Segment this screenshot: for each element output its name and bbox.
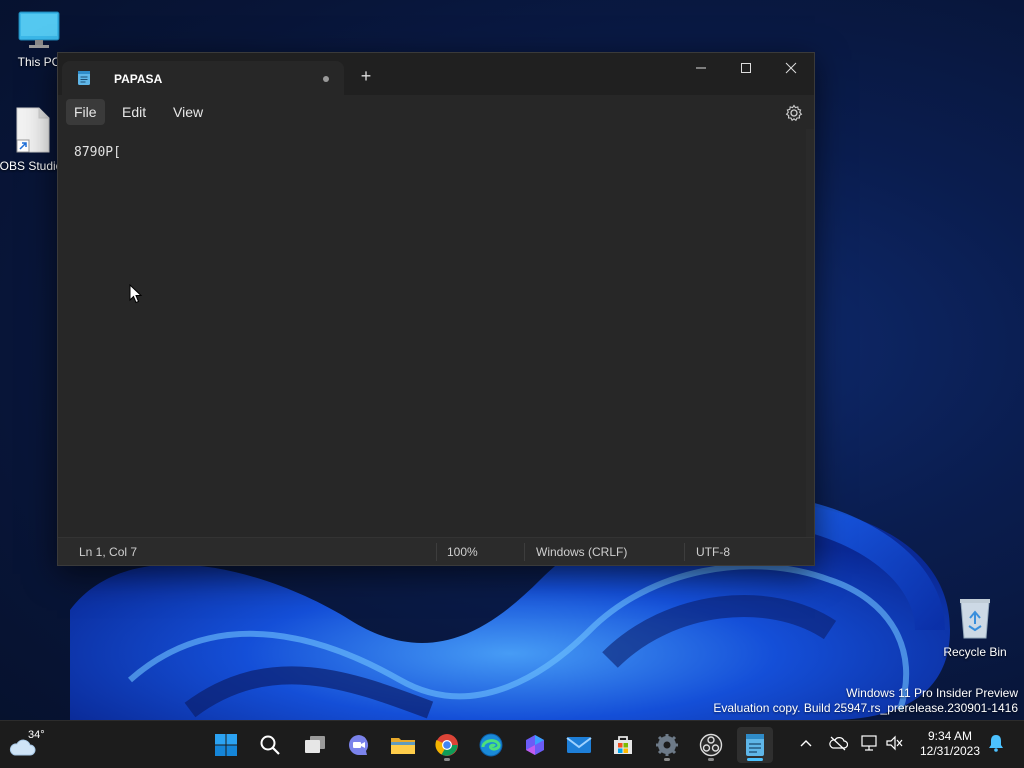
recycle-bin-icon [960,599,990,639]
running-indicator [664,758,670,761]
zoom-level[interactable]: 100% [447,545,478,559]
search-icon [260,735,280,755]
taskbar-clock[interactable]: 9:34 AM 12/31/2023 [914,729,986,759]
title-bar[interactable]: PAPASA + [58,53,814,95]
running-indicator [708,758,714,761]
chat-camera-icon [349,735,369,755]
cloud-off-icon [829,736,848,751]
task-view-icon [305,736,325,753]
close-icon [785,62,797,74]
status-divider [684,543,685,561]
mail-icon [566,737,592,753]
shortcut-file-icon [16,107,50,153]
maximize-button[interactable] [723,53,769,83]
menu-bar: File Edit View [58,95,814,129]
bell-icon [989,735,1003,752]
gear-icon[interactable] [784,103,804,123]
copilot-icon [526,735,544,755]
clock-time: 9:34 AM [927,729,973,743]
gear-icon [656,734,678,756]
taskbar-mail[interactable] [561,727,597,763]
taskbar: 34° 9:34 AM 12/31/2023 [0,720,1024,768]
status-divider [524,543,525,561]
encoding[interactable]: UTF-8 [696,545,730,559]
store-icon [614,736,632,754]
taskbar-chat[interactable] [341,727,377,763]
active-indicator [747,758,763,761]
folder-icon [391,738,415,754]
running-indicator [444,758,450,761]
editor-content[interactable]: 8790P[ [74,145,121,160]
start-button[interactable] [208,727,244,763]
tray-volume[interactable] [885,733,905,753]
taskbar-edge[interactable] [473,727,509,763]
weather-widget[interactable]: 34° [6,727,46,763]
notifications-button[interactable] [986,733,1006,753]
status-bar: Ln 1, Col 7 100% Windows (CRLF) UTF-8 [58,537,814,565]
taskbar-file-explorer[interactable] [385,727,421,763]
tab-papasa[interactable]: PAPASA [62,61,344,95]
evaluation-watermark: Windows 11 Pro Insider Preview Evaluatio… [713,686,1018,716]
text-editor[interactable]: 8790P[ [58,129,814,537]
taskbar-copilot[interactable] [517,727,553,763]
monitor-icon [18,11,60,48]
chevron-up-icon [800,740,812,747]
taskbar-notepad[interactable] [737,727,773,763]
taskbar-chrome[interactable] [429,727,465,763]
desktop-icon-recycle-bin[interactable]: Recycle Bin [937,596,1013,659]
taskbar-store[interactable] [605,727,641,763]
notepad-icon [746,734,764,756]
tab-title: PAPASA [114,72,163,86]
unsaved-dot-icon[interactable] [323,76,329,82]
menu-file[interactable]: File [66,99,105,125]
minimize-button[interactable] [678,53,724,83]
clock-date: 12/31/2023 [919,744,981,758]
taskbar-obs[interactable] [693,727,729,763]
minimize-icon [696,67,706,69]
new-tab-button[interactable]: + [356,67,376,87]
volume-muted-icon [886,735,903,751]
chrome-icon [435,734,458,756]
network-icon [861,735,877,751]
taskbar-search-button[interactable] [252,727,288,763]
notepad-window: PAPASA + File Edit View 8790P[ Ln 1, Col… [57,52,815,566]
maximize-icon [741,63,751,73]
cursor-position: Ln 1, Col 7 [79,545,138,559]
edge-icon [479,733,503,757]
weather-temperature: 34° [28,729,45,741]
tray-onedrive[interactable] [828,733,848,753]
watermark-line-1: Windows 11 Pro Insider Preview [846,686,1018,700]
show-hidden-icons-button[interactable] [796,733,816,753]
close-button[interactable] [768,53,814,83]
windows-logo-icon [215,734,237,756]
task-view-button[interactable] [297,727,333,763]
obs-icon [699,733,723,757]
vertical-scrollbar[interactable] [806,129,814,537]
watermark-line-2: Evaluation copy. Build 25947.rs_prerelea… [713,701,1018,715]
desktop-icon-label: Recycle Bin [943,645,1007,659]
tray-network[interactable] [860,733,880,753]
line-ending[interactable]: Windows (CRLF) [536,545,627,559]
menu-edit[interactable]: Edit [114,99,154,125]
notepad-icon [78,71,90,85]
status-divider [436,543,437,561]
mouse-pointer-icon [129,284,143,304]
menu-view[interactable]: View [165,99,211,125]
taskbar-settings[interactable] [649,727,685,763]
